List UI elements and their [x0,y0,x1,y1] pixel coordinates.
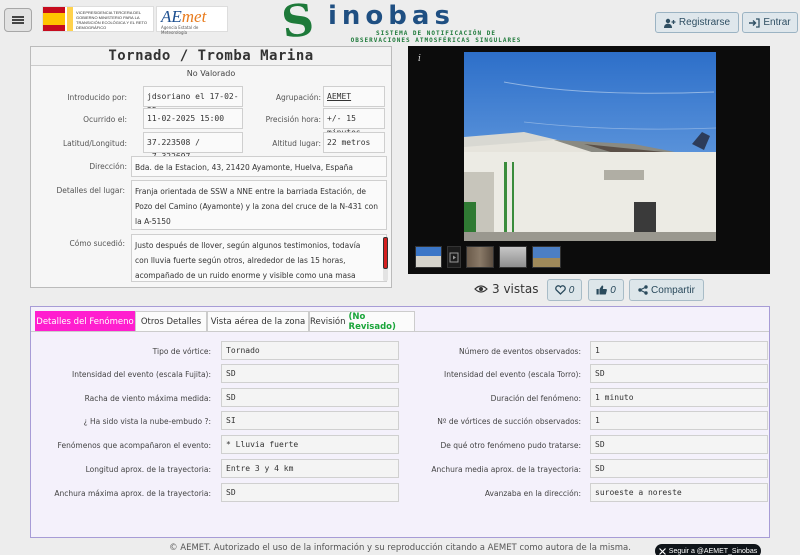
tab-revision[interactable]: Revisión (No Revisado) [309,311,415,332]
agrupacion-link[interactable]: AEMET [323,86,385,107]
share-icon [638,285,648,295]
main-photo[interactable] [464,52,716,241]
spain-shield-icon [43,7,65,31]
detail-value: * Lluvia fuerte [221,435,399,454]
detail-label: Anchura media aprox. de la trayectoria: [431,465,581,474]
direccion-value: Bda. de la Estacion, 43, 21420 Ayamonte,… [131,156,387,177]
detail-value: SD [590,459,768,478]
como-scrollbar[interactable] [383,237,388,281]
photo-info-icon[interactable]: i [418,54,421,64]
detalles-label: Detalles del lugar: [56,186,125,195]
sign-in-icon [749,17,761,28]
detail-label: Longitud aprox. de la trayectoria: [85,465,211,474]
tab-detalles-fenomeno[interactable]: Detalles del Fenómeno [35,311,135,331]
detail-label: Anchura máxima aprox. de la trayectoria: [54,489,211,498]
user-plus-icon [663,18,676,28]
detail-value: SD [590,435,768,454]
detail-label: Avanzaba en la dirección: [484,489,581,498]
eye-icon [474,285,488,293]
latlon-label: Latitud/Longitud: [63,139,127,148]
detail-value: SD [221,388,399,407]
brand-logo-initial[interactable]: S [279,0,316,49]
details-panel: Detalles del Fenómeno Otros Detalles Vis… [30,306,770,538]
detail-value: SI [221,411,399,430]
follow-x-button[interactable]: Seguir a @AEMET_Sinobas [655,544,761,555]
introducido-label: Introducido por: [67,93,127,102]
detail-label: Intensidad del evento (escala Torro): [444,370,581,379]
government-logo-text: VICEPRESIDENCIA TERCERA DEL GOBIERNO MIN… [76,10,147,30]
como-value: Justo después de llover, según algunos t… [131,234,387,282]
detail-value: Entre 3 y 4 km [221,459,399,478]
detail-value: Tornado [221,341,399,360]
detail-label: ¿ Ha sido vista la nube-embudo ?: [83,417,211,426]
views-counter: 3 vistas [474,282,538,296]
detail-value: 1 minuto [590,388,768,407]
detail-label: Intensidad del evento (escala Fujita): [72,370,211,379]
thumbs-up-button[interactable]: 0 [588,279,624,301]
detail-label: Tipo de vórtice: [152,347,211,356]
report-title: Tornado / Tromba Marina [31,47,391,66]
detail-value: SD [221,483,399,502]
scroll-thumb[interactable] [383,237,388,269]
thumbs-up-icon [596,285,608,295]
photo-thumbnail-2[interactable] [466,246,494,268]
detail-label: Racha de viento máxima medida: [84,394,211,403]
tab-vista-aerea[interactable]: Vista aérea de la zona [207,311,309,331]
photo-thumbnail-1[interactable] [415,246,442,268]
detail-label: De qué otro fenómeno pudo tratarse: [440,441,582,450]
precision-value: +/- 15 minutos [323,108,385,137]
ocurrido-label: Ocurrido el: [83,115,127,124]
agrupacion-label: Agrupación: [275,93,321,102]
altitud-value: 22 metros [323,132,385,153]
photo-thumbnail-3[interactable] [499,246,527,268]
latlon-value: 37.223508 / -7.322697 [143,132,243,161]
video-file-icon [449,252,459,263]
detail-label: Número de eventos observados: [459,347,581,356]
damaged-building-photo [464,52,716,241]
brand-logo-name[interactable]: inobas [328,2,455,30]
como-label: Cómo sucedió: [69,239,125,248]
detail-label: Duración del fenómeno: [490,394,581,403]
altitud-label: Altitud lugar: [272,139,321,148]
detalles-value: Franja orientada de SSW a NNE entre la b… [131,180,387,230]
introducido-value: jdsoriano el 17-02-25 [143,86,243,115]
detail-value: 1 [590,411,768,430]
report-status: No Valorado [186,69,236,78]
tab-otros-detalles[interactable]: Otros Detalles [135,311,207,331]
share-button[interactable]: Compartir [629,279,704,301]
register-button[interactable]: Registrarse [655,12,739,33]
detail-value: 1 [590,341,768,360]
precision-label: Precisión hora: [265,115,321,124]
report-info-panel: Tornado / Tromba Marina No Valorado Intr… [30,46,392,288]
x-logo-icon [658,547,666,555]
detail-value: SD [590,364,768,383]
login-button[interactable]: Entrar [742,12,798,33]
government-logo[interactable]: VICEPRESIDENCIA TERCERA DEL GOBIERNO MIN… [42,6,154,32]
brand-subtitle: SISTEMA DE NOTIFICACIÓN DE OBSERVACIONES… [350,30,522,44]
detail-value: SD [221,364,399,383]
video-thumbnail[interactable] [447,246,461,268]
aemet-logo[interactable]: AEmet Agencia Estatal de Meteorología [156,6,228,35]
ocurrido-value: 11-02-2025 15:00 [143,108,243,129]
detail-label: Nº de vórtices de succión observados: [437,417,581,426]
like-button[interactable]: 0 [547,279,582,301]
hamburger-icon [12,16,24,24]
heart-icon [554,285,566,295]
menu-toggle-button[interactable] [4,8,32,32]
detail-value: suroeste a noreste [590,483,768,502]
photo-thumbnail-4[interactable] [532,246,561,268]
detail-label: Fenómenos que acompañaron el evento: [57,441,211,450]
review-status-badge: (No Revisado) [348,311,396,332]
direccion-label: Dirección: [89,162,127,171]
